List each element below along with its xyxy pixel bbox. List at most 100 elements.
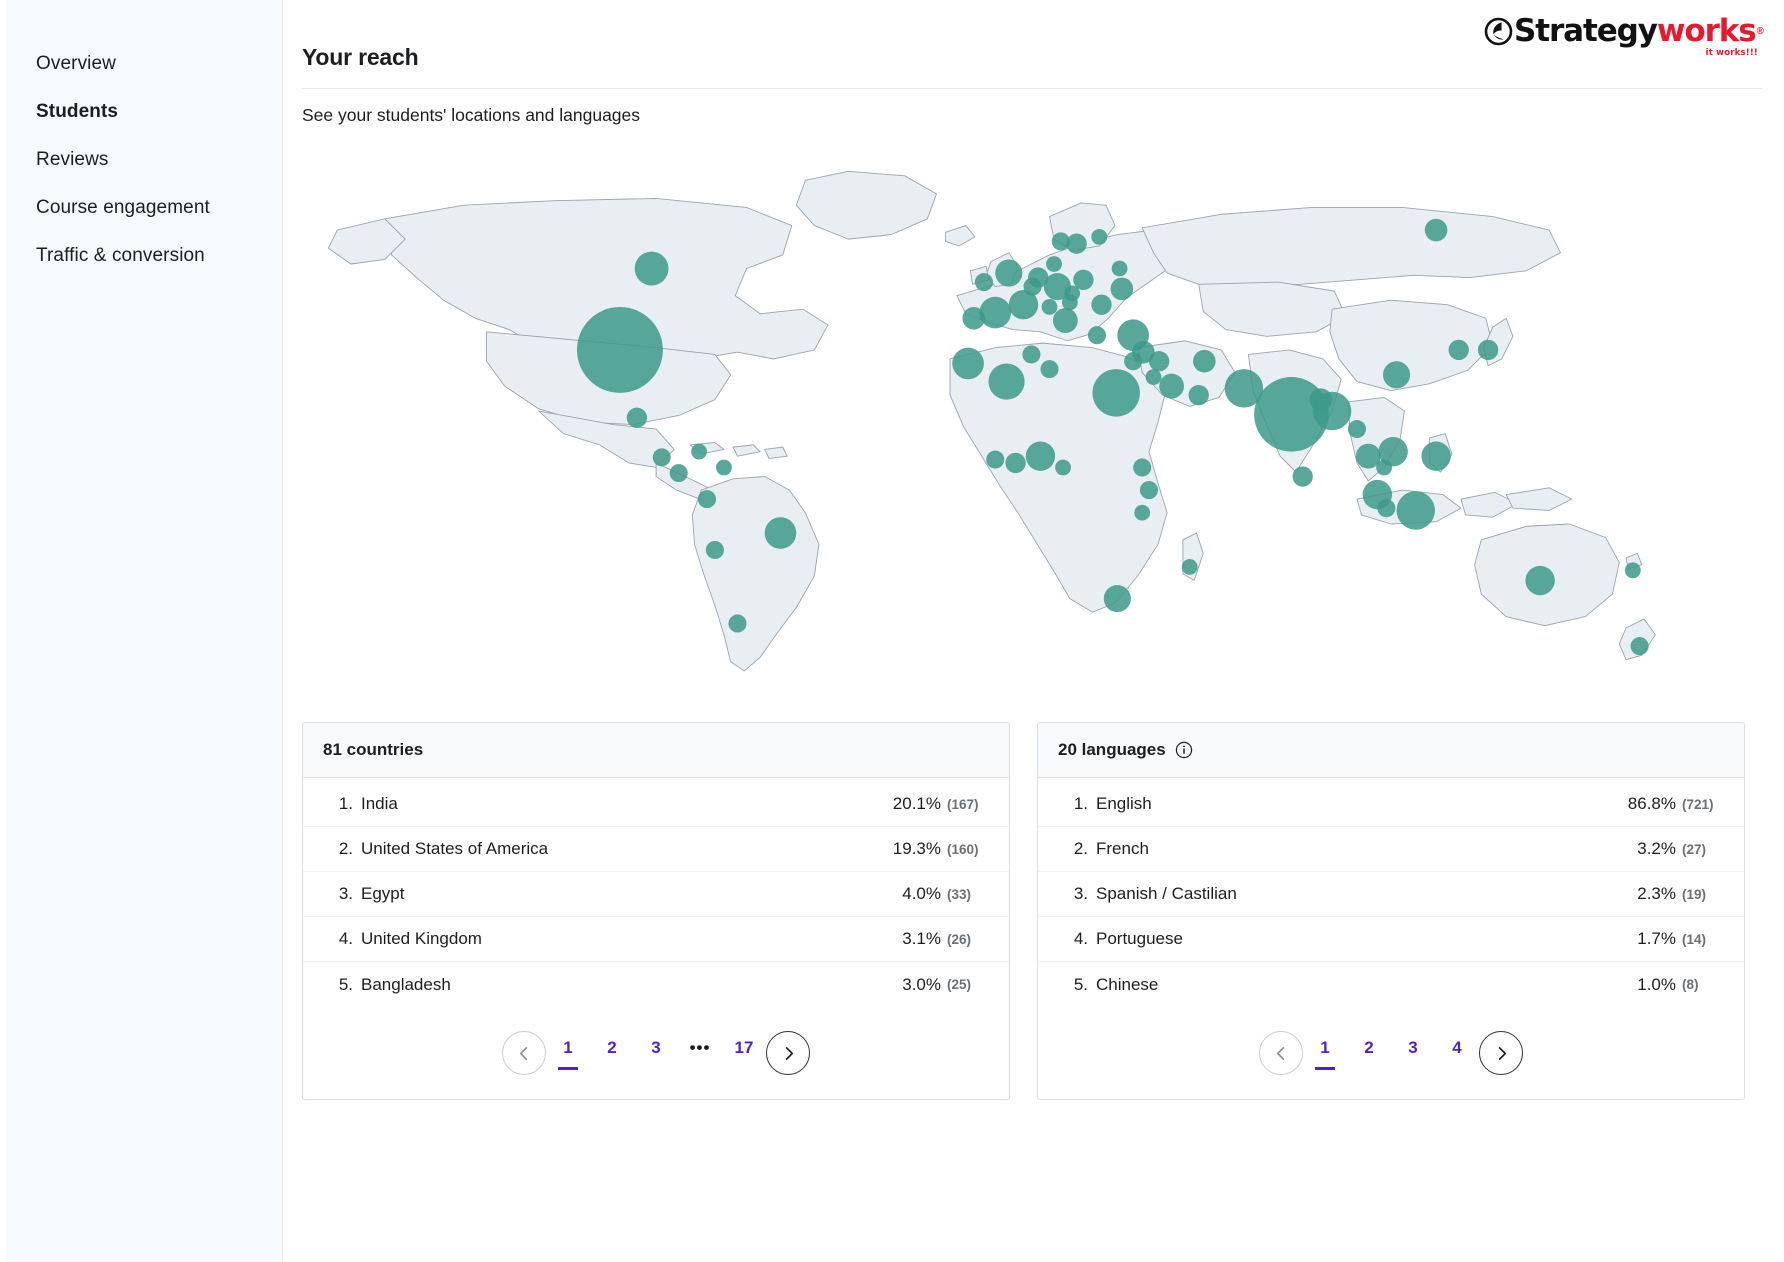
map-bubble[interactable]	[1091, 228, 1108, 245]
pagination-page-3[interactable]: 3	[1391, 1034, 1435, 1072]
map-bubble[interactable]	[986, 450, 1005, 469]
map-bubble[interactable]	[1376, 459, 1393, 476]
table-row: 2. United States of America 19.3% (160)	[303, 827, 1009, 872]
map-bubble[interactable]	[1292, 466, 1313, 487]
map-bubble[interactable]	[1145, 369, 1162, 385]
row-label: India	[361, 794, 398, 813]
map-bubble[interactable]	[1040, 360, 1059, 379]
map-bubble[interactable]	[1091, 294, 1112, 315]
sidebar-item-reviews[interactable]: Reviews	[0, 136, 282, 184]
row-percent: 3.0%	[902, 974, 941, 994]
map-bubble[interactable]	[1377, 499, 1396, 518]
info-icon[interactable]	[1175, 741, 1193, 759]
map-bubble[interactable]	[1312, 391, 1352, 431]
pagination-page-2[interactable]: 2	[590, 1034, 634, 1072]
pagination-prev-button[interactable]	[502, 1031, 546, 1075]
map-bubble[interactable]	[1061, 294, 1078, 311]
map-bubble[interactable]	[1181, 559, 1198, 575]
map-bubble[interactable]	[626, 407, 648, 428]
map-bubble[interactable]	[652, 448, 671, 467]
map-bubble[interactable]	[979, 296, 1012, 329]
sidebar-item-traffic-conversion[interactable]: Traffic & conversion	[0, 232, 282, 280]
map-bubble[interactable]	[1134, 504, 1151, 521]
map-bubble[interactable]	[1448, 339, 1469, 361]
map-bubble[interactable]	[1193, 349, 1216, 373]
row-percent: 4.0%	[902, 884, 941, 903]
map-bubble[interactable]	[1046, 256, 1062, 272]
sidebar-item-overview[interactable]: Overview	[0, 40, 282, 88]
map-bubble[interactable]	[1525, 565, 1555, 596]
table-row: 1. English 86.8% (721)	[1038, 782, 1744, 827]
map-bubble[interactable]	[1041, 299, 1058, 315]
map-bubble[interactable]	[1347, 420, 1367, 439]
map-bubble[interactable]	[1133, 458, 1152, 477]
pagination-page-2[interactable]: 2	[1347, 1034, 1391, 1072]
main-content: Your reach Strategy works ® it works!!! …	[283, 0, 1784, 1262]
map-bubble[interactable]	[1396, 491, 1435, 530]
stats-cards: 81 countries 1. India 20.1% (167) 2. Uni…	[302, 722, 1745, 1100]
map-bubble[interactable]	[1477, 339, 1499, 361]
pagination-next-button[interactable]	[1479, 1031, 1523, 1075]
map-bubble[interactable]	[1022, 345, 1041, 364]
pagination-prev-button[interactable]	[1259, 1031, 1303, 1075]
map-bubble[interactable]	[697, 490, 717, 509]
map-bubble[interactable]	[988, 363, 1025, 400]
pagination-page-17[interactable]: 17	[722, 1034, 766, 1072]
chevron-left-icon	[517, 1046, 532, 1061]
map-bubble[interactable]	[1159, 373, 1185, 399]
map-bubble[interactable]	[952, 347, 984, 380]
map-bubble[interactable]	[1139, 481, 1159, 500]
languages-card-title: 20 languages	[1058, 740, 1166, 759]
map-bubble[interactable]	[1055, 459, 1071, 476]
row-label: United Kingdom	[361, 929, 482, 948]
topbar: Your reach Strategy works ® it works!!!	[283, 0, 1784, 92]
world-bubble-map[interactable]	[302, 160, 1745, 680]
row-percent: 20.1%	[892, 794, 941, 813]
map-bubble[interactable]	[691, 443, 707, 460]
map-bubble[interactable]	[1025, 441, 1056, 471]
map-bubble[interactable]	[634, 251, 669, 286]
pagination-page-1[interactable]: 1	[546, 1034, 590, 1072]
map-bubble[interactable]	[716, 459, 732, 476]
logo-text-strategy: Strategy	[1514, 13, 1658, 49]
map-bubble[interactable]	[576, 306, 663, 393]
logo-tagline: it works!!!	[1705, 48, 1758, 58]
map-bubble[interactable]	[1424, 218, 1448, 242]
map-bubble[interactable]	[1066, 233, 1087, 254]
countries-card-header: 81 countries	[303, 723, 1009, 778]
pagination-page-1[interactable]: 1	[1303, 1034, 1347, 1072]
map-bubble[interactable]	[1421, 441, 1451, 471]
map-bubble[interactable]	[1382, 361, 1411, 389]
map-bubble[interactable]	[1092, 369, 1140, 417]
countries-card-title: 81 countries	[323, 740, 424, 759]
map-bubble[interactable]	[705, 540, 724, 560]
map-bubble[interactable]	[1087, 326, 1107, 345]
title-divider	[302, 88, 1762, 89]
pagination-ellipsis: •••	[689, 1038, 711, 1057]
chevron-left-icon	[1274, 1046, 1289, 1061]
map-bubble[interactable]	[1103, 585, 1131, 613]
row-percent: 1.7%	[1637, 929, 1676, 948]
map-bubble[interactable]	[1624, 562, 1641, 579]
map-bubble[interactable]	[1110, 277, 1134, 301]
table-row: 2. French 3.2% (27)	[1038, 827, 1744, 872]
map-bubble[interactable]	[1630, 637, 1649, 656]
map-bubble[interactable]	[764, 517, 797, 549]
map-bubble[interactable]	[1052, 308, 1078, 333]
map-bubble[interactable]	[995, 259, 1023, 287]
pagination-next-button[interactable]	[766, 1031, 810, 1075]
pagination-page-3[interactable]: 3	[634, 1034, 678, 1072]
map-bubble[interactable]	[1188, 384, 1209, 406]
map-bubble[interactable]	[1148, 351, 1170, 372]
row-rank: 1.	[338, 794, 353, 813]
table-row: 5. Bangladesh 3.0% (25)	[303, 962, 1009, 1007]
row-percent: 1.0%	[1637, 974, 1676, 994]
map-bubble[interactable]	[1005, 452, 1026, 474]
pagination-page-4[interactable]: 4	[1435, 1034, 1479, 1072]
map-bubble[interactable]	[669, 464, 688, 483]
map-bubble[interactable]	[1111, 260, 1128, 277]
sidebar-item-course-engagement[interactable]: Course engagement	[0, 184, 282, 232]
map-bubble[interactable]	[728, 614, 747, 633]
map-bubble[interactable]	[974, 273, 993, 292]
sidebar-item-students[interactable]: Students	[0, 88, 282, 136]
